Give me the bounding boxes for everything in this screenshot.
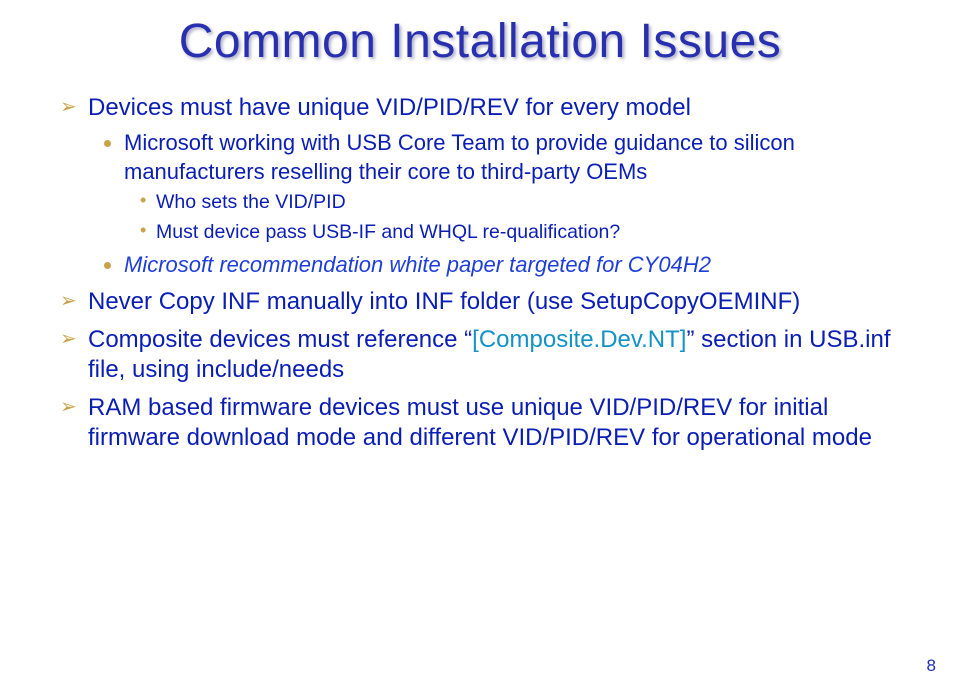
slide: Common Installation Issues Devices must … xyxy=(0,0,960,690)
bullet-item: RAM based firmware devices must use uniq… xyxy=(60,393,900,453)
bullet-text: RAM based firmware devices must use uniq… xyxy=(88,394,872,451)
bullet-item: Never Copy INF manually into INF folder … xyxy=(60,287,900,317)
sub-bullet-item: Microsoft recommendation white paper tar… xyxy=(100,251,900,280)
bullet-text: Microsoft working with USB Core Team to … xyxy=(124,130,795,184)
sub2-bullet-item: Must device pass USB-IF and WHQL re-qual… xyxy=(138,220,900,245)
bullet-text: Composite devices must reference “ xyxy=(88,326,472,353)
slide-title: Common Installation Issues xyxy=(60,14,900,69)
bullet-item: Composite devices must reference “[Compo… xyxy=(60,325,900,385)
bullet-text: Never Copy INF manually into INF folder … xyxy=(88,288,800,315)
bullet-text: Who sets the VID/PID xyxy=(156,191,346,213)
sub2-bullet-list: Who sets the VID/PID Must device pass US… xyxy=(138,190,900,245)
sub-bullet-item: Microsoft working with USB Core Team to … xyxy=(100,129,900,245)
bullet-text-italic: Microsoft recommendation white paper tar… xyxy=(124,252,711,277)
bullet-text: Devices must have unique VID/PID/REV for… xyxy=(88,94,691,121)
sub-bullet-list: Microsoft working with USB Core Team to … xyxy=(100,129,900,279)
sub2-bullet-item: Who sets the VID/PID xyxy=(138,190,900,215)
page-number: 8 xyxy=(927,656,936,676)
bullet-text: Must device pass USB-IF and WHQL re-qual… xyxy=(156,221,620,243)
bullet-list: Devices must have unique VID/PID/REV for… xyxy=(60,93,900,453)
bullet-item: Devices must have unique VID/PID/REV for… xyxy=(60,93,900,279)
bullet-highlight: [Composite.Dev.NT] xyxy=(472,326,686,353)
